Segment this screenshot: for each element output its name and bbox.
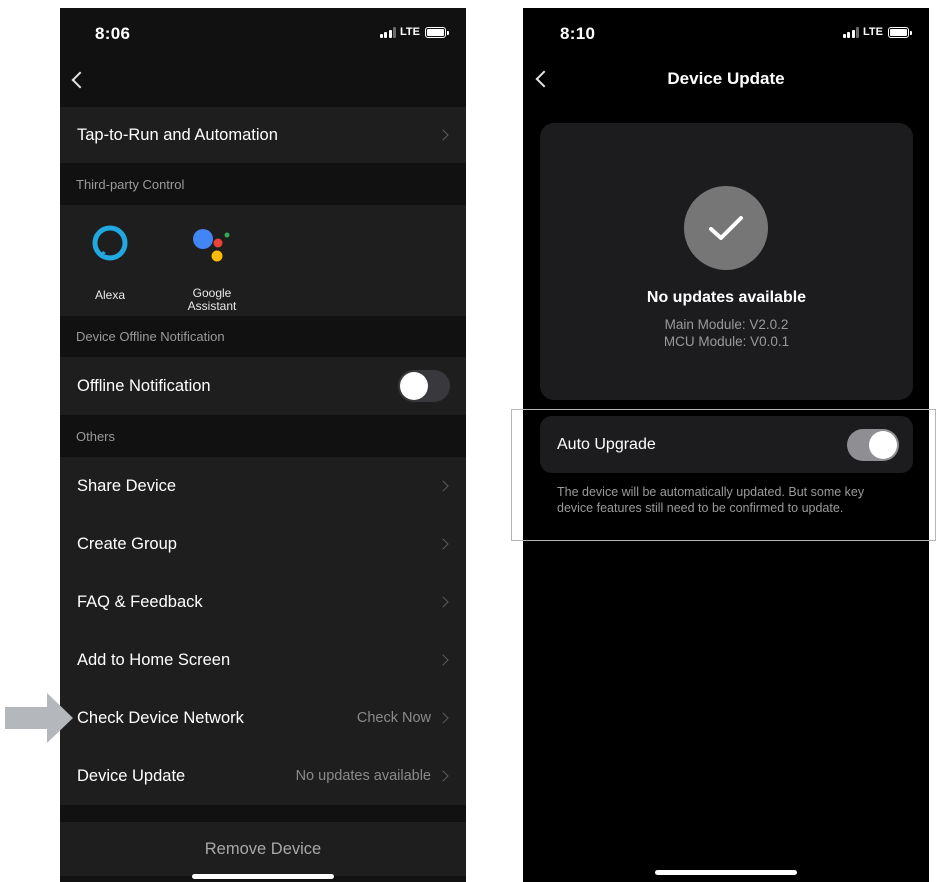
status-icons: LTE xyxy=(842,26,912,38)
status-time: 8:06 xyxy=(95,24,131,43)
chevron-right-icon xyxy=(437,129,449,141)
section-header-offline: Device Offline Notification xyxy=(60,316,466,357)
back-chevron-icon[interactable] xyxy=(71,71,89,89)
main-module-version: Main Module: V2.0.2 xyxy=(664,317,789,332)
no-updates-title: No updates available xyxy=(646,289,807,306)
remove-device-label: Remove Device xyxy=(204,839,322,858)
device-settings-screen: 8:06 LTE Tap-to-Run and Automation Third… xyxy=(60,8,466,882)
google-label-line2: Assistant xyxy=(187,299,237,313)
status-icons: LTE xyxy=(379,26,449,38)
check-circle xyxy=(684,186,768,270)
highlight-box xyxy=(511,409,936,541)
check-now-value: Check Now xyxy=(356,710,431,726)
update-status-card: No updates available Main Module: V2.0.2… xyxy=(540,123,913,400)
home-indicator xyxy=(655,870,797,875)
share-device-label: Share Device xyxy=(77,476,177,495)
signal-icon xyxy=(379,26,397,38)
chevron-right-icon xyxy=(437,480,449,492)
device-update-row[interactable]: Device Update No updates available xyxy=(60,747,466,805)
check-device-network-row[interactable]: Check Device Network Check Now xyxy=(60,689,466,747)
tap-to-run-label: Tap-to-Run and Automation xyxy=(77,125,278,144)
check-device-network-label: Check Device Network xyxy=(77,708,244,727)
network-type: LTE xyxy=(400,26,420,38)
signal-icon xyxy=(842,26,860,38)
alexa-label: Alexa xyxy=(94,288,126,302)
tap-to-run-row[interactable]: Tap-to-Run and Automation xyxy=(60,107,466,163)
offline-notification-toggle[interactable] xyxy=(398,370,450,402)
google-assistant-item[interactable]: Google Assistant xyxy=(172,223,252,313)
chevron-right-icon xyxy=(437,712,449,724)
google-assistant-dots-icon xyxy=(193,229,230,262)
remove-device-button[interactable]: Remove Device xyxy=(60,822,466,876)
offline-notification-label: Offline Notification xyxy=(77,376,211,395)
section-header-third-party: Third-party Control xyxy=(60,163,466,205)
faq-feedback-label: FAQ & Feedback xyxy=(77,592,203,611)
add-to-home-screen-label: Add to Home Screen xyxy=(77,650,231,669)
page-title: Device Update xyxy=(667,69,785,88)
chevron-right-icon xyxy=(437,654,449,666)
mcu-module-version: MCU Module: V0.0.1 xyxy=(663,334,790,349)
chevron-right-icon xyxy=(437,770,449,782)
create-group-row[interactable]: Create Group xyxy=(60,515,466,573)
alexa-ring-icon xyxy=(92,225,128,261)
battery-icon xyxy=(888,26,912,38)
device-update-label: Device Update xyxy=(77,766,186,785)
create-group-label: Create Group xyxy=(77,534,177,553)
offline-notification-row: Offline Notification xyxy=(60,357,466,415)
battery-icon xyxy=(425,26,449,38)
network-type: LTE xyxy=(863,26,883,38)
section-header-others: Others xyxy=(60,415,466,457)
status-time: 8:10 xyxy=(560,24,596,43)
third-party-control-panel: Alexa Google Assistant xyxy=(60,205,466,316)
device-update-status: No updates available xyxy=(295,768,431,784)
chevron-right-icon xyxy=(437,538,449,550)
toggle-knob xyxy=(400,372,428,400)
share-device-row[interactable]: Share Device xyxy=(60,457,466,515)
alexa-item[interactable]: Alexa xyxy=(70,223,150,302)
add-to-home-screen-row[interactable]: Add to Home Screen xyxy=(60,631,466,689)
home-indicator xyxy=(192,874,334,879)
chevron-right-icon xyxy=(437,596,449,608)
checkmark-icon xyxy=(709,216,743,240)
pointer-arrow-icon xyxy=(5,693,73,743)
faq-feedback-row[interactable]: FAQ & Feedback xyxy=(60,573,466,631)
